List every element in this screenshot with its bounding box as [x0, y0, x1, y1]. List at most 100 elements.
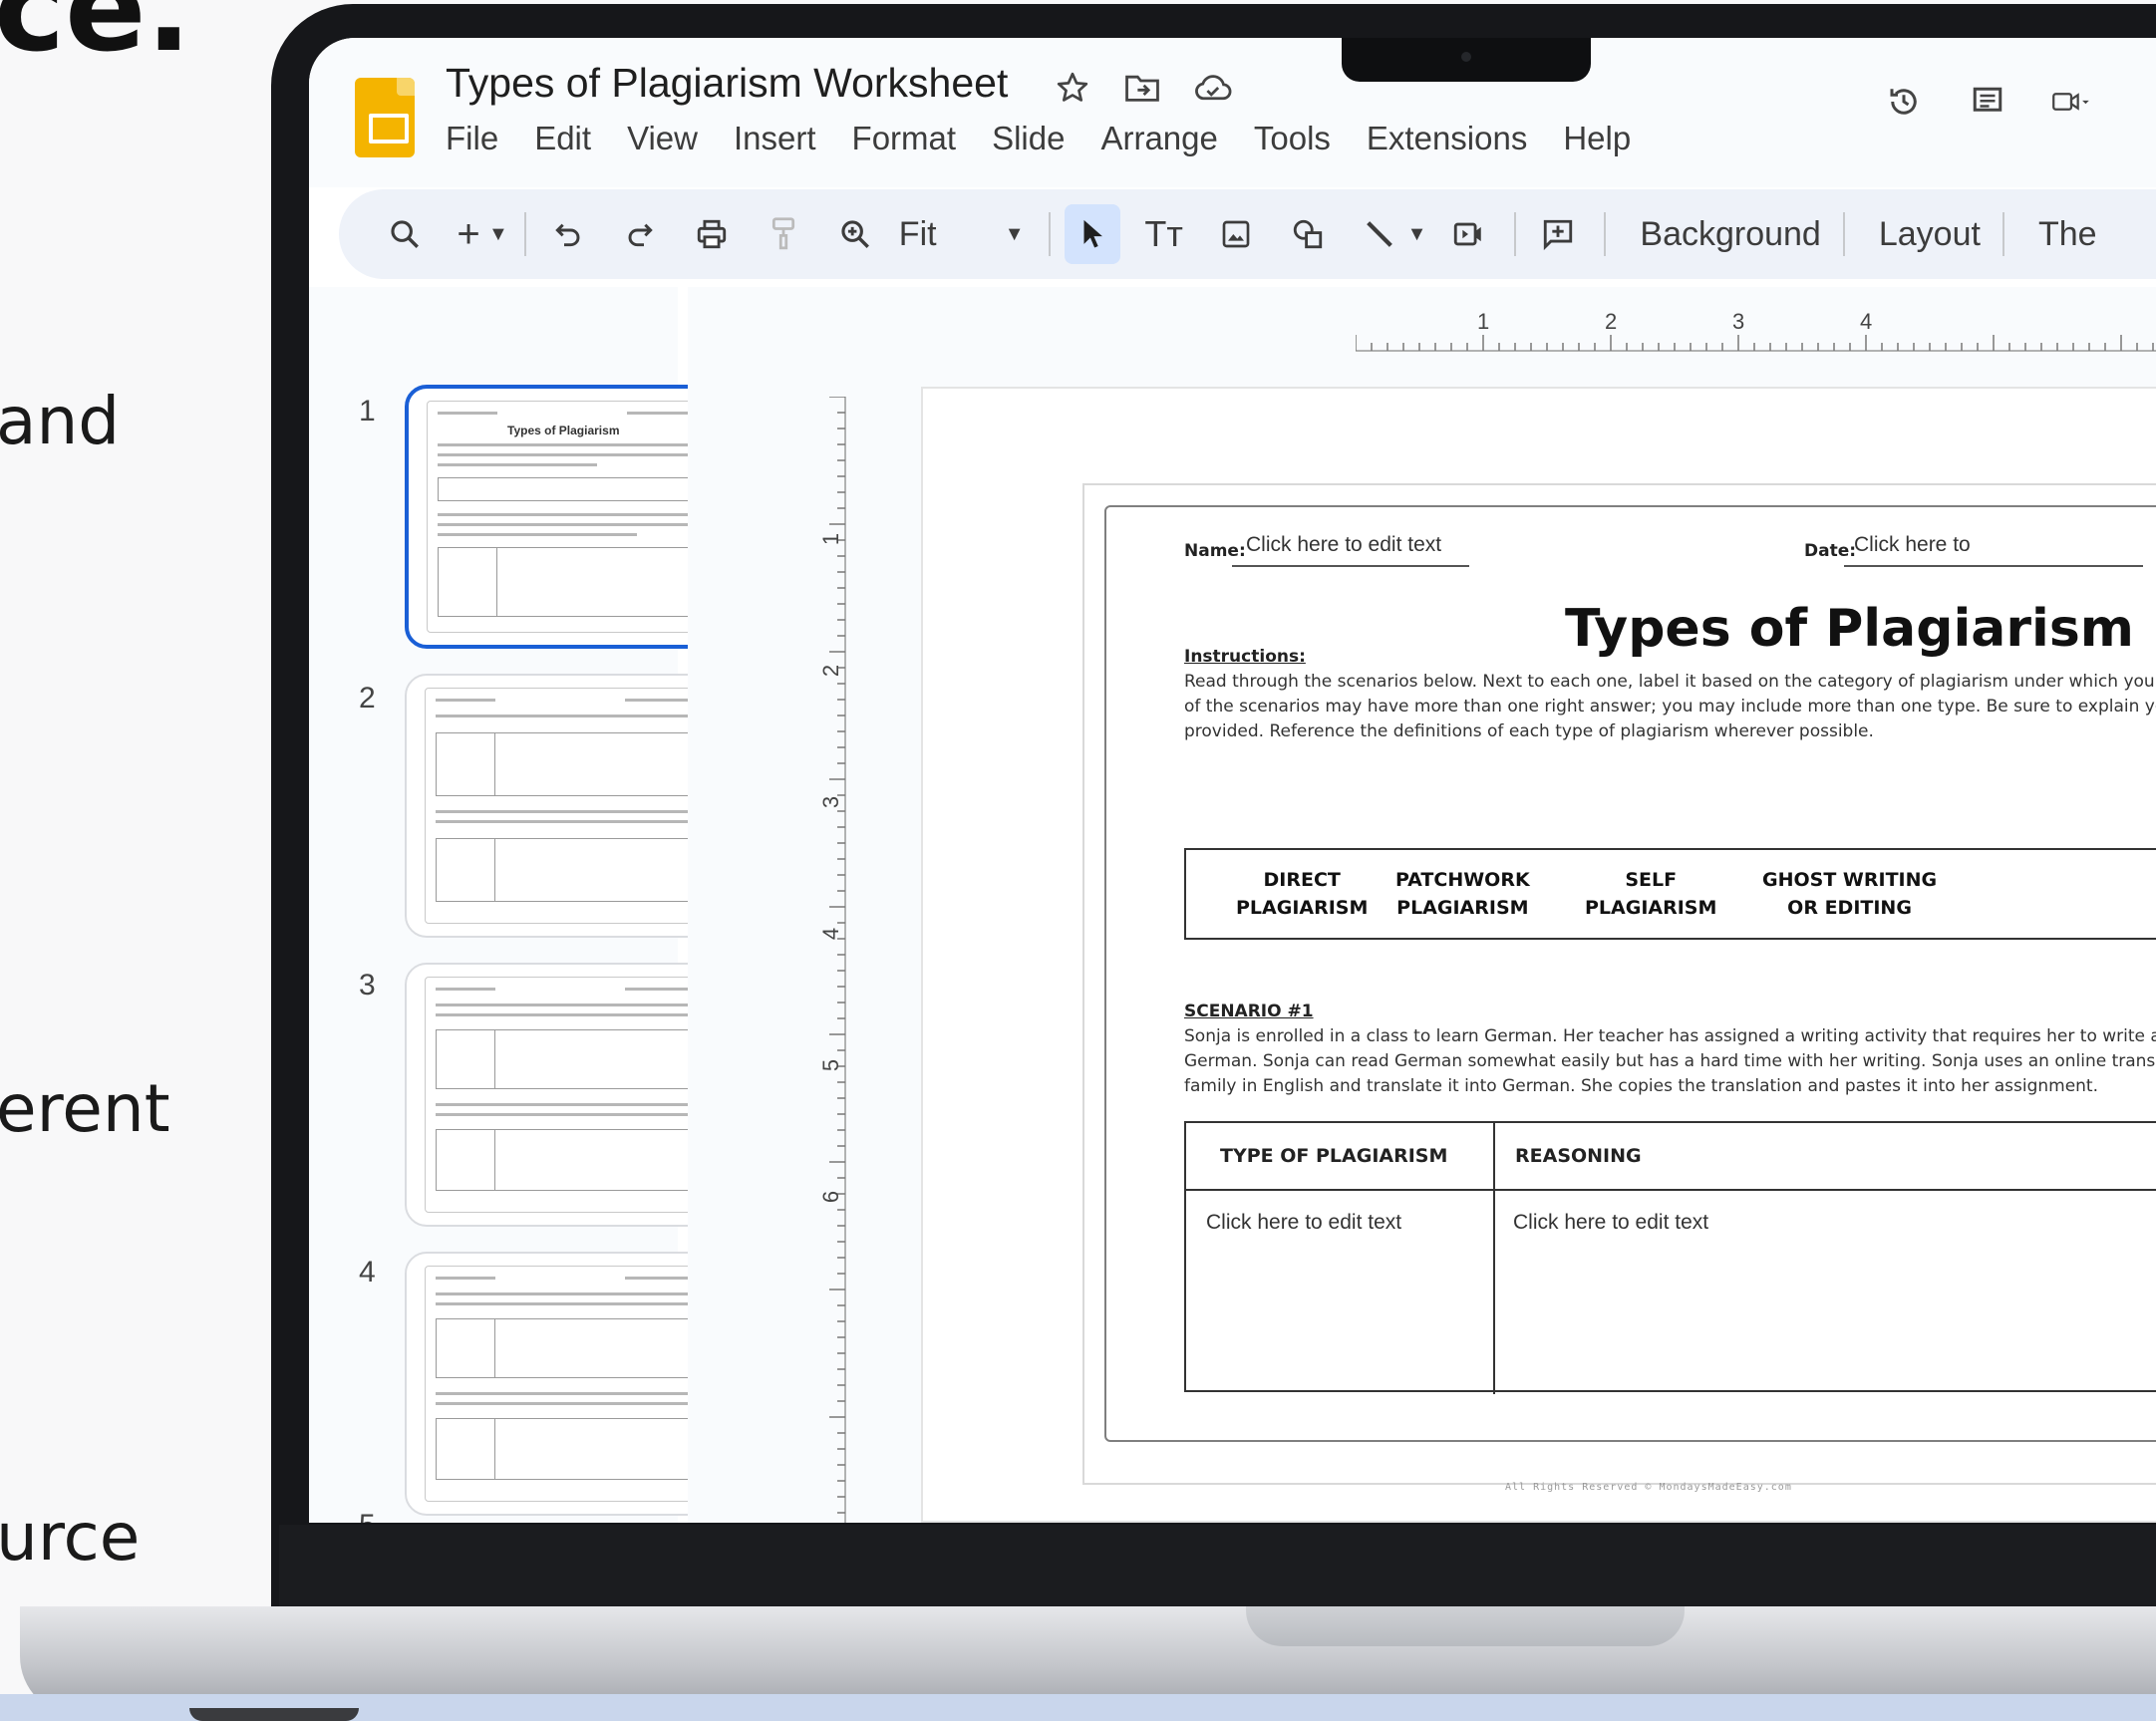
menu-bar: File Edit View Insert Format Slide Arran… — [446, 120, 1631, 157]
worksheet-image[interactable]: Name: Click here to edit text Date: Clic… — [1082, 483, 2156, 1493]
print-icon[interactable] — [684, 204, 740, 264]
zoom-dropdown-icon[interactable]: ▼ — [1005, 223, 1025, 246]
type-patchwork: PATCHWORK PLAGIARISM — [1395, 866, 1530, 922]
comments-icon[interactable] — [1968, 82, 2007, 122]
thumbnail-line — [436, 1004, 725, 1006]
toolbar-divider — [1842, 212, 1845, 256]
thumbnail-page: Types of Plagiarism — [427, 401, 732, 633]
laptop-base-notch — [1246, 1606, 1685, 1646]
toolbar-divider — [1604, 212, 1607, 256]
ruler-label: 1 — [1477, 309, 1490, 334]
menu-edit[interactable]: Edit — [534, 120, 591, 157]
thumbnail-line — [438, 443, 727, 446]
thumbnail-box — [436, 1029, 495, 1089]
version-history-icon[interactable] — [1884, 82, 1924, 122]
menu-file[interactable]: File — [446, 120, 498, 157]
date-label: Date: — [1804, 541, 1857, 561]
title-icons — [1053, 68, 1232, 108]
thumbnail-line — [436, 715, 725, 717]
side-text-line-3: urce — [0, 1499, 141, 1576]
zoom-select[interactable]: Fit — [899, 215, 999, 254]
reasoning-answer-field[interactable]: Click here to edit text — [1513, 1211, 1708, 1235]
line-tool-icon[interactable] — [1352, 204, 1407, 264]
type-ghost-line2: OR EDITING — [1787, 897, 1912, 919]
name-label: Name: — [1184, 541, 1246, 561]
slide-page[interactable]: Name: Click here to edit text Date: Clic… — [921, 387, 2156, 1523]
insert-video-icon[interactable] — [1440, 204, 1496, 264]
new-slide-icon[interactable]: + — [449, 204, 488, 264]
shape-icon[interactable] — [1280, 204, 1336, 264]
menu-insert[interactable]: Insert — [734, 120, 816, 157]
thumbnail-line — [436, 988, 495, 991]
ruler-label: 4 — [1860, 309, 1873, 334]
undo-icon[interactable] — [540, 204, 596, 264]
meet-icon[interactable] — [2051, 82, 2091, 122]
answer-table: TYPE OF PLAGIARISM REASONING Click here … — [1184, 1121, 2156, 1394]
search-menus-icon[interactable] — [377, 204, 433, 264]
worksheet-footer: All Rights Reserved © MondaysMadeEasy.co… — [1505, 1482, 1792, 1493]
document-title[interactable]: Types of Plagiarism Worksheet — [446, 60, 1008, 107]
thumbnail-line — [436, 699, 495, 702]
menu-tools[interactable]: Tools — [1254, 120, 1331, 157]
line-dropdown-icon[interactable]: ▼ — [1407, 223, 1427, 246]
name-field[interactable]: Click here to edit text — [1246, 533, 1441, 557]
toolbar-divider — [1514, 212, 1517, 256]
type-self-line2: PLAGIARISM — [1585, 897, 1717, 919]
slides-logo-icon[interactable] — [355, 78, 415, 157]
slide-filmstrip: 1 2 3 4 5 Types of Plagiarism — [309, 287, 754, 1523]
move-to-folder-icon[interactable] — [1122, 68, 1162, 108]
theme-button[interactable]: The — [2018, 215, 2117, 254]
add-comment-icon[interactable] — [1530, 204, 1586, 264]
thumbnail-line — [436, 1392, 725, 1395]
zoom-icon[interactable] — [827, 204, 883, 264]
thumbnail-line — [438, 533, 637, 536]
laptop-screen: Types of Plagiarism Worksheet File Edit … — [309, 38, 2156, 1523]
ruler-label: 3 — [1732, 309, 1745, 334]
toolbar-divider — [523, 212, 526, 256]
thumbnail-line — [627, 412, 697, 415]
slide-number: 3 — [359, 969, 376, 1002]
new-slide-dropdown-icon[interactable]: ▼ — [488, 223, 508, 246]
select-tool-icon[interactable] — [1064, 204, 1120, 264]
thumbnail-line — [436, 1013, 725, 1016]
thumbnail-box — [436, 1418, 495, 1480]
slide-number: 2 — [359, 682, 376, 715]
side-text-line-2: erent — [0, 1070, 170, 1147]
type-ghost-line1: GHOST WRITING — [1762, 869, 1938, 891]
menu-arrange[interactable]: Arrange — [1100, 120, 1217, 157]
layout-button[interactable]: Layout — [1859, 215, 2001, 254]
cloud-saved-icon[interactable] — [1192, 68, 1232, 108]
app-header: Types of Plagiarism Worksheet File Edit … — [309, 38, 2156, 187]
name-underline — [1232, 565, 1469, 567]
camera-notch — [1342, 38, 1591, 82]
menu-format[interactable]: Format — [852, 120, 957, 157]
ruler-label: 5 — [818, 1058, 844, 1072]
ruler-label: 1 — [818, 532, 844, 546]
paint-format-icon[interactable] — [756, 204, 811, 264]
menu-slide[interactable]: Slide — [992, 120, 1065, 157]
thumbnail-line — [438, 453, 727, 456]
type-column-header: TYPE OF PLAGIARISM — [1220, 1145, 1448, 1167]
thumbnail-box — [438, 547, 497, 617]
star-icon[interactable] — [1053, 68, 1092, 108]
slide-canvas: 1 2 3 4 1 2 3 4 5 6 Name: Click here to edit tex… — [688, 287, 2156, 1523]
background-button[interactable]: Background — [1620, 215, 1840, 254]
insert-image-icon[interactable] — [1208, 204, 1264, 264]
menu-help[interactable]: Help — [1563, 120, 1631, 157]
type-self-line1: SELF — [1625, 869, 1678, 891]
menu-view[interactable]: View — [627, 120, 698, 157]
type-self: SELF PLAGIARISM — [1585, 866, 1716, 922]
thumbnail-line — [625, 699, 695, 702]
thumbnail-line — [625, 988, 695, 991]
redo-icon[interactable] — [612, 204, 668, 264]
menu-extensions[interactable]: Extensions — [1367, 120, 1527, 157]
type-answer-field[interactable]: Click here to edit text — [1206, 1211, 1401, 1235]
thumbnail-line — [438, 523, 727, 526]
type-direct: DIRECT PLAGIARISM — [1236, 866, 1368, 922]
text-box-icon[interactable]: Tт — [1136, 204, 1192, 264]
date-field[interactable]: Click here to — [1854, 533, 1971, 557]
instructions-label: Instructions: — [1184, 647, 1306, 667]
ruler-label: 2 — [818, 664, 844, 678]
toolbar-divider — [1048, 212, 1051, 256]
thumbnail-box — [436, 1318, 495, 1378]
